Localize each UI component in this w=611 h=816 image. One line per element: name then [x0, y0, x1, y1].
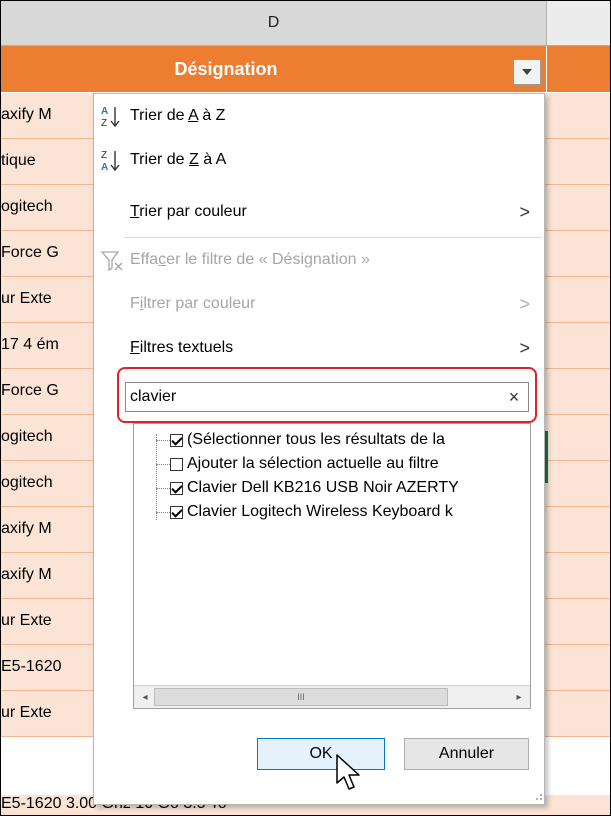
sort-za-label: Trier de Z à A: [130, 151, 227, 168]
tree-line: [156, 464, 170, 465]
text-filters[interactable]: Filtres textuels >: [94, 328, 544, 368]
horizontal-scrollbar[interactable]: ◂ III ▸: [134, 685, 530, 708]
filter-dropdown-button[interactable]: [513, 59, 541, 85]
tree-line: [156, 488, 170, 489]
clear-filter: Effacer le filtre de « Désignation »: [94, 240, 544, 280]
chevron-right-icon: >: [519, 201, 530, 222]
cell-text: ur Exte: [1, 704, 52, 721]
resize-grip-icon[interactable]: [531, 791, 543, 803]
checkbox[interactable]: [170, 481, 183, 495]
column-header-e[interactable]: [547, 1, 610, 46]
scroll-right-icon[interactable]: ▸: [510, 688, 528, 706]
list-item-label: Ajouter la sélection actuelle au filtre: [187, 455, 439, 472]
cell-text: axify M: [1, 106, 52, 123]
clear-filter-icon: [100, 251, 123, 272]
mouse-pointer-icon: [336, 754, 360, 790]
svg-text:A: A: [101, 162, 108, 173]
list-item-label: Clavier Logitech Wireless Keyboard k: [187, 503, 453, 520]
cancel-button[interactable]: Annuler: [404, 738, 529, 770]
cell-text: ur Exte: [1, 290, 52, 307]
cell-text: Force G: [1, 382, 59, 399]
chevron-right-icon: >: [519, 337, 530, 358]
checkbox[interactable]: [170, 505, 183, 519]
sort-by-color[interactable]: Trier par couleur >: [94, 192, 544, 232]
tree-line: [156, 434, 157, 520]
list-item-label: Clavier Dell KB216 USB Noir AZERTY: [187, 479, 459, 496]
checkbox[interactable]: [170, 433, 183, 447]
spreadsheet-frame: D Désignation axify M tique ogitech Force G…: [0, 0, 611, 816]
cell-text: axify M: [1, 520, 52, 537]
clear-filter-label: Effacer le filtre de « Désignation »: [130, 251, 370, 268]
cell-text: ogitech: [1, 474, 53, 491]
cell-text: ur Exte: [1, 612, 52, 629]
search-input[interactable]: [126, 383, 500, 411]
table-header-label: Désignation: [174, 59, 278, 79]
cell-text: axify M: [1, 566, 52, 583]
cell-text: ogitech: [1, 198, 53, 215]
cell-text: tique: [1, 152, 36, 169]
clear-search-icon[interactable]: ×: [501, 384, 527, 410]
svg-text:A: A: [101, 106, 108, 117]
checkbox[interactable]: [170, 457, 183, 471]
list-item[interactable]: Clavier Logitech Wireless Keyboard k: [170, 500, 453, 524]
sort-by-color-label: Trier par couleur: [130, 203, 247, 220]
table-header-cell-next[interactable]: [547, 46, 610, 92]
tree-line: [156, 440, 170, 441]
ok-button[interactable]: OK: [257, 738, 385, 770]
column-header-d[interactable]: D: [1, 1, 547, 46]
list-item[interactable]: (Sélectionner tous les résultats de la: [170, 428, 445, 452]
scrollbar-thumb[interactable]: III: [154, 688, 448, 706]
cell-text: E5-1620: [1, 658, 62, 675]
sort-a-to-z[interactable]: A Z Trier de A à Z: [94, 96, 544, 136]
chevron-right-icon: >: [519, 293, 530, 314]
sort-az-label: Trier de A à Z: [130, 107, 226, 124]
dropdown-arrow-icon: [522, 69, 532, 75]
menu-separator: [124, 237, 542, 238]
filter-by-color-label: Filtrer par couleur: [130, 295, 256, 312]
sort-z-to-a[interactable]: Z A Trier de Z à A: [94, 140, 544, 180]
scroll-left-icon[interactable]: ◂: [136, 688, 154, 706]
cell-text: ogitech: [1, 428, 53, 445]
svg-text:Z: Z: [101, 150, 107, 161]
filter-by-color: Filtrer par couleur >: [94, 284, 544, 324]
tree-line: [156, 512, 170, 513]
value-list[interactable]: (Sélectionner tous les résultats de la A…: [133, 423, 531, 709]
sort-za-icon: Z A: [101, 150, 120, 173]
list-item[interactable]: Ajouter la sélection actuelle au filtre: [170, 452, 439, 476]
cell-selection-border: [545, 431, 548, 483]
column-letter: D: [267, 14, 280, 31]
text-filters-label: Filtres textuels: [130, 339, 234, 356]
cell-text: 17 4 ém: [1, 336, 59, 353]
cell-text: Force G: [1, 244, 59, 261]
list-item-label: (Sélectionner tous les résultats de la: [187, 431, 445, 448]
list-item[interactable]: Clavier Dell KB216 USB Noir AZERTY: [170, 476, 459, 500]
sort-az-icon: A Z: [101, 106, 120, 129]
svg-text:Z: Z: [101, 118, 107, 129]
search-field[interactable]: ×: [125, 382, 529, 412]
